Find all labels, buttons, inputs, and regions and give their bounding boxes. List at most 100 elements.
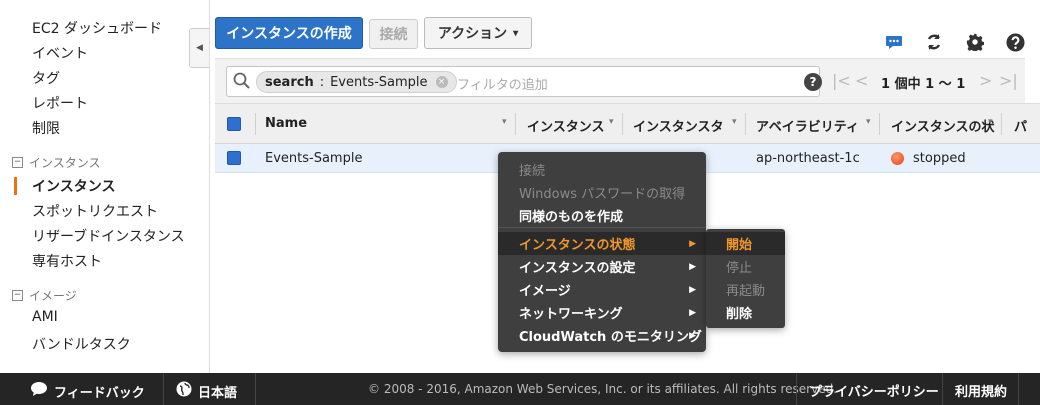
close-icon[interactable]: × — [435, 76, 448, 88]
column-header-instance-state[interactable]: インスタンスの状 — [891, 116, 994, 135]
help-icon[interactable] — [1005, 32, 1025, 52]
chat-icon[interactable] — [884, 32, 904, 52]
terms-of-use-link[interactable]: 利用規約 — [955, 381, 1007, 400]
menu-item-image[interactable]: イメージ ▶ — [498, 278, 706, 301]
sort-icon[interactable]: ▾ — [866, 117, 871, 127]
sidebar-item-reports[interactable]: レポート — [32, 93, 88, 113]
first-page-icon: |< — [832, 71, 851, 90]
speech-bubble-icon — [30, 381, 48, 401]
menu-item-label: ネットワーキング — [519, 307, 623, 322]
chevron-right-icon: ▶ — [689, 330, 696, 341]
language-selector[interactable]: 日本語 — [176, 381, 237, 401]
column-header-availability-zone[interactable]: アベイラビリティ — [756, 116, 859, 135]
search-input[interactable]: search : Events-Sample × フィルタの追加 ? — [226, 66, 822, 97]
menu-item-instance-state[interactable]: インスタンスの状態 ▶ — [498, 232, 706, 255]
search-token[interactable]: search : Events-Sample × — [256, 71, 457, 93]
table-header: Name ▾ インスタンス ▾ インスタンスタ ▾ アベイラビリティ ▾ インス… — [215, 103, 1040, 144]
gear-icon[interactable] — [965, 32, 985, 52]
cell-name: Events-Sample — [265, 151, 363, 166]
sidebar: EC2 ダッシュボード イベント タグ レポート 制限 − インスタンス インス… — [0, 0, 210, 373]
chevron-left-icon: ◀ — [196, 43, 203, 53]
sidebar-item-reserved-instances[interactable]: リザーブドインスタンス — [32, 226, 185, 246]
feedback-link[interactable]: フィードバック — [30, 381, 145, 401]
sidebar-item-limits[interactable]: 制限 — [32, 118, 60, 138]
select-all-checkbox[interactable] — [227, 117, 241, 131]
sidebar-item-tags[interactable]: タグ — [32, 68, 60, 88]
submenu-item-start[interactable]: 開始 — [706, 232, 785, 255]
menu-item-networking[interactable]: ネットワーキング ▶ — [498, 301, 706, 324]
chevron-right-icon: ▶ — [689, 307, 696, 318]
menu-item-connect: 接続 — [498, 158, 706, 181]
column-header-instance-type[interactable]: インスタンスタ — [633, 116, 723, 135]
menu-item-launch-more-like-this[interactable]: 同様のものを作成 — [498, 204, 706, 227]
search-icon — [233, 72, 251, 94]
menu-item-cloudwatch-monitoring[interactable]: CloudWatch のモニタリング ▶ — [498, 324, 706, 347]
footer-divider — [796, 373, 797, 405]
submenu-item-stop: 停止 — [726, 261, 753, 276]
sidebar-item-dashboard[interactable]: EC2 ダッシュボード — [32, 18, 162, 38]
column-divider — [515, 113, 516, 135]
token-value: Events-Sample — [330, 74, 428, 90]
column-header-instance-id[interactable]: インスタンス — [527, 116, 604, 135]
submenu-item-terminate[interactable]: 削除 — [706, 301, 785, 324]
column-divider — [1001, 113, 1002, 135]
menu-item-label: CloudWatch のモニタリング — [519, 330, 702, 345]
sort-icon[interactable]: ▾ — [732, 117, 737, 127]
chevron-right-icon: ▶ — [689, 261, 696, 272]
prev-page-icon: < — [855, 71, 869, 90]
sidebar-section-label: イメージ — [29, 289, 77, 303]
sidebar-collapse-button[interactable]: ◀ — [189, 28, 209, 68]
sort-icon[interactable]: ▾ — [502, 117, 507, 127]
sidebar-item-ami[interactable]: AMI — [32, 309, 58, 325]
privacy-policy-link[interactable]: プライバシーポリシー — [809, 381, 939, 400]
token-key: search — [265, 74, 314, 90]
collapse-icon: − — [12, 290, 23, 301]
filter-help-icon[interactable]: ? — [804, 73, 822, 91]
sidebar-item-instances[interactable]: インスタンス — [32, 176, 115, 196]
chevron-right-icon: ▶ — [689, 238, 696, 249]
chevron-right-icon: ▶ — [689, 284, 696, 295]
launch-instance-button[interactable]: インスタンスの作成 — [215, 17, 363, 49]
sidebar-section-images[interactable]: − イメージ — [12, 287, 77, 304]
sort-icon[interactable]: ▾ — [609, 117, 614, 127]
actions-dropdown-button[interactable]: アクション ▾ — [424, 17, 532, 49]
sidebar-section-label: インスタンス — [29, 156, 101, 170]
filter-placeholder: フィルタの追加 — [457, 78, 548, 93]
actions-context-menu: 接続 Windows パスワードの取得 同様のものを作成 インスタンスの状態 ▶ … — [498, 152, 706, 352]
sort-icon[interactable]: ▾ — [988, 117, 993, 127]
last-page-icon: >| — [999, 71, 1018, 90]
footer-divider — [1018, 373, 1019, 405]
stopped-status-icon — [891, 152, 904, 165]
column-divider — [255, 113, 256, 135]
menu-item-label: Windows パスワードの取得 — [519, 187, 686, 202]
refresh-icon[interactable] — [924, 32, 944, 52]
footer: フィードバック 日本語 © 2008 - 2016, Amazon Web Se… — [0, 373, 1040, 405]
menu-item-label: インスタンスの状態 — [519, 238, 636, 253]
collapse-icon: − — [12, 157, 23, 168]
token-separator: : — [319, 74, 325, 90]
column-divider — [622, 113, 623, 135]
row-checkbox[interactable] — [227, 151, 241, 165]
sidebar-item-dedicated-hosts[interactable]: 専有ホスト — [32, 251, 102, 271]
sidebar-item-spot-requests[interactable]: スポットリクエスト — [32, 201, 158, 221]
instance-state-submenu: 開始 停止 再起動 削除 — [706, 229, 785, 328]
submenu-item-reboot: 再起動 — [726, 284, 766, 299]
ec2-console: EC2 ダッシュボード イベント タグ レポート 制限 − インスタンス インス… — [0, 0, 1040, 405]
copyright-text: © 2008 - 2016, Amazon Web Services, Inc.… — [368, 382, 838, 396]
sidebar-item-bundle-tasks[interactable]: バンドルタスク — [32, 334, 131, 354]
sidebar-section-instances[interactable]: − インスタンス — [12, 154, 101, 171]
menu-item-label: 接続 — [519, 164, 546, 179]
sidebar-item-events[interactable]: イベント — [32, 43, 88, 63]
active-indicator — [14, 177, 17, 195]
footer-divider — [942, 373, 943, 405]
pagination-text: 1 個中 1 〜 1 — [881, 77, 966, 92]
menu-item-label: インスタンスの設定 — [519, 261, 636, 276]
column-divider — [879, 113, 880, 135]
column-header-name[interactable]: Name — [265, 116, 307, 131]
menu-item-instance-settings[interactable]: インスタンスの設定 ▶ — [498, 255, 706, 278]
menu-item-get-windows-password: Windows パスワードの取得 — [498, 181, 706, 204]
column-header-partial[interactable]: パ — [1014, 116, 1027, 135]
cell-instance-state: stopped — [913, 151, 966, 166]
chevron-down-icon: ▾ — [513, 27, 519, 39]
column-divider — [745, 113, 746, 135]
